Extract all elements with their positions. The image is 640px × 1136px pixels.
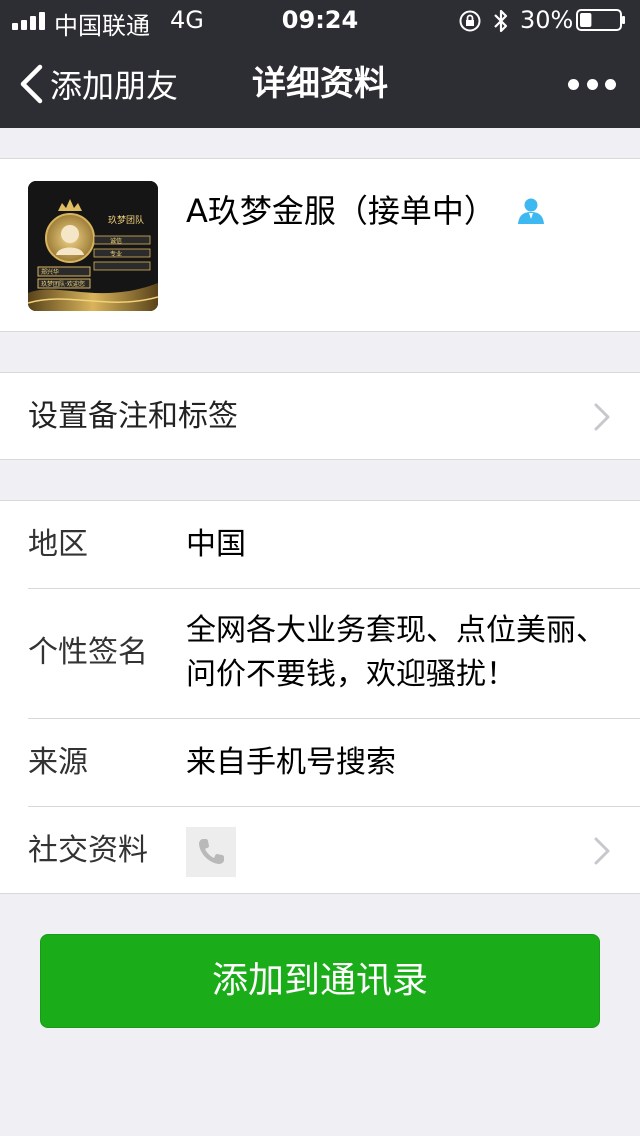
signature-value: 全网各大业务套现、点位美丽、 问价不要钱，欢迎骚扰！ [186,609,610,697]
dot-icon [568,78,579,90]
bluetooth-icon [494,9,508,33]
svg-text:诚信: 诚信 [110,237,122,245]
svg-text:玖梦团队·欢迎您: 玖梦团队·欢迎您 [41,280,85,288]
more-options-button[interactable] [568,70,616,98]
profile-name: A玖梦金服（接单中） [186,192,496,230]
region-row: 地区 中国 [0,501,640,588]
svg-text:专业: 专业 [110,250,122,258]
user-icon [517,198,544,224]
battery-percent: 30% [520,6,574,34]
signature-row: 个性签名 全网各大业务套现、点位美丽、 问价不要钱，欢迎骚扰！ [0,589,640,718]
region-label: 地区 [28,527,88,562]
source-row: 来源 来自手机号搜索 [0,719,640,806]
svg-text:玖梦团队: 玖梦团队 [108,214,144,226]
signature-line: 问价不要钱，欢迎骚扰！ [186,657,516,692]
social-label: 社交资料 [28,833,148,868]
phone-icon [199,839,224,864]
avatar-image: 玖梦团队 诚信 专业 郑兴华 玖梦团队·欢迎您 [28,181,158,311]
status-bar: 中国联通 4G 09:24 30% [0,0,640,40]
avatar[interactable]: 玖梦团队 诚信 专业 郑兴华 玖梦团队·欢迎您 [28,181,158,311]
signature-line: 全网各大业务套现、点位美丽、 [186,613,606,648]
profile-card: 玖梦团队 诚信 专业 郑兴华 玖梦团队·欢迎您 A玖梦金服（接单中） [0,158,640,332]
dot-icon [605,78,616,90]
region-value: 中国 [186,527,246,562]
source-value: 来自手机号搜索 [186,745,396,780]
dot-icon [586,78,598,90]
phone-badge [186,827,236,877]
battery-icon [576,9,625,31]
add-to-contacts-button[interactable]: 添加到通讯录 [40,934,600,1028]
remark-label: 设置备注和标签 [28,399,238,434]
top-bar: 中国联通 4G 09:24 30% 添加朋友 详细资料 [0,0,640,128]
rotation-lock-icon [459,10,481,32]
nav-bar: 添加朋友 详细资料 [0,40,640,128]
profile-name-row: A玖梦金服（接单中） [186,189,546,233]
social-profile-row[interactable]: 社交资料 [0,807,640,894]
set-remark-and-tags-row[interactable]: 设置备注和标签 [0,372,640,460]
svg-text:郑兴华: 郑兴华 [41,268,59,276]
details-section: 地区 中国 个性签名 全网各大业务套现、点位美丽、 问价不要钱，欢迎骚扰！ 来源… [0,500,640,894]
signature-label: 个性签名 [28,635,148,670]
page-title: 详细资料 [252,64,388,104]
chevron-right-icon [594,837,610,865]
source-label: 来源 [28,745,88,780]
chevron-right-icon [594,403,610,431]
